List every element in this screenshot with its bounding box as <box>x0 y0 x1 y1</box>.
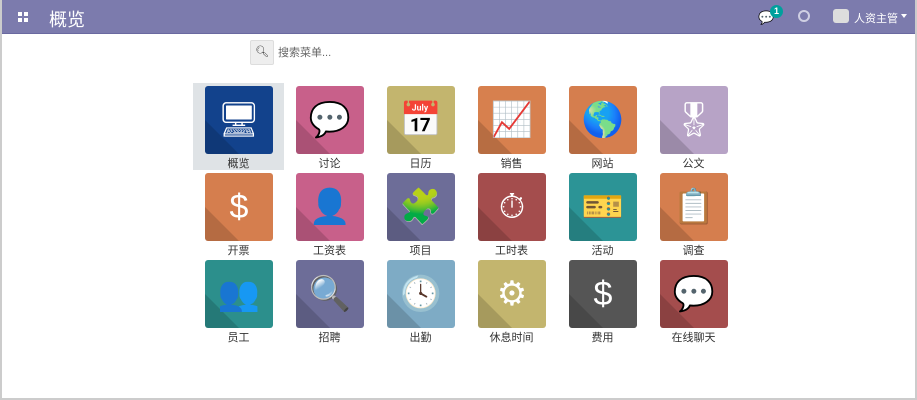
caret-down-icon[interactable] <box>901 14 907 18</box>
leave-icon: ⚙ <box>478 260 546 328</box>
recruit-search-icon: 🔍 <box>296 260 364 328</box>
app-tile[interactable]: 💬 讨论 <box>284 83 375 170</box>
app-tile[interactable]: 💬 在线聊天 <box>648 257 739 344</box>
chat-icon: 💬 <box>296 86 364 154</box>
user-menu[interactable]: 人资主管 <box>854 10 898 26</box>
dashboard-icon: 🖥 <box>205 86 273 154</box>
calendar-icon: 📅 <box>387 86 455 154</box>
payroll-icon: 👤 <box>296 173 364 241</box>
app-label: 项目 <box>409 245 432 257</box>
activity-clock-icon[interactable] <box>798 10 810 22</box>
app-tile[interactable]: $ 开票 <box>193 170 284 257</box>
app-tile[interactable]: 📋 调查 <box>648 170 739 257</box>
top-navbar: 概览 💬 1 人资主管 <box>2 0 915 34</box>
app-label: 讨论 <box>318 158 341 170</box>
stopwatch-icon: ⏱ <box>478 173 546 241</box>
app-label: 出勤 <box>409 332 432 344</box>
app-grid: 🖥 概览 💬 讨论 📅 日历 📈 销售 🌎 网站 🎖 公文 $ 开票 👤 工资表 🧩 项目 ⏱ 工时表 🎫 活动 📋 调查 👥 员… <box>193 83 739 344</box>
app-tile[interactable]: 🎖 公文 <box>648 83 739 170</box>
search-input[interactable] <box>278 40 578 65</box>
attendance-icon: 🕓 <box>387 260 455 328</box>
app-tile[interactable]: 🖥 概览 <box>193 83 284 170</box>
app-label: 网站 <box>591 158 614 170</box>
app-tile[interactable]: 👥 员工 <box>193 257 284 344</box>
app-label: 工资表 <box>313 245 346 257</box>
app-label: 活动 <box>591 245 614 257</box>
expense-icon: $ <box>569 260 637 328</box>
trend-icon: 📈 <box>478 86 546 154</box>
app-label: 公文 <box>682 158 705 170</box>
app-label: 调查 <box>682 245 705 257</box>
livechat-icon: 💬 <box>660 260 728 328</box>
chat-badge: 1 <box>770 5 783 18</box>
app-label: 员工 <box>227 332 250 344</box>
app-tile[interactable]: 👤 工资表 <box>284 170 375 257</box>
app-label: 销售 <box>500 158 523 170</box>
app-tile[interactable]: ⏱ 工时表 <box>466 170 557 257</box>
invoice-icon: $ <box>205 173 273 241</box>
app-label: 工时表 <box>495 245 528 257</box>
employees-icon: 👥 <box>205 260 273 328</box>
app-label: 招聘 <box>318 332 341 344</box>
app-tile[interactable]: 🌎 网站 <box>557 83 648 170</box>
app-label: 日历 <box>409 158 432 170</box>
page-title: 概览 <box>49 10 85 30</box>
app-label: 休息时间 <box>489 332 534 344</box>
app-tile[interactable]: 📈 销售 <box>466 83 557 170</box>
app-tile[interactable]: 🕓 出勤 <box>375 257 466 344</box>
app-tile[interactable]: ⚙ 休息时间 <box>466 257 557 344</box>
puzzle-icon: 🧩 <box>387 173 455 241</box>
app-label: 在线聊天 <box>671 332 716 344</box>
app-tile[interactable]: 🔍 招聘 <box>284 257 375 344</box>
app-tile[interactable]: $ 费用 <box>557 257 648 344</box>
survey-icon: 📋 <box>660 173 728 241</box>
avatar[interactable] <box>833 9 849 23</box>
app-label: 开票 <box>227 245 250 257</box>
search-icon[interactable]: 🔍︎ <box>250 40 274 65</box>
app-tile[interactable]: 🧩 项目 <box>375 170 466 257</box>
award-icon: 🎖 <box>660 86 728 154</box>
app-switcher-icon[interactable] <box>18 12 28 22</box>
app-label: 概览 <box>227 158 250 170</box>
globe-icon: 🌎 <box>569 86 637 154</box>
app-tile[interactable]: 🎫 活动 <box>557 170 648 257</box>
app-label: 费用 <box>591 332 614 344</box>
app-tile[interactable]: 📅 日历 <box>375 83 466 170</box>
ticket-icon: 🎫 <box>569 173 637 241</box>
